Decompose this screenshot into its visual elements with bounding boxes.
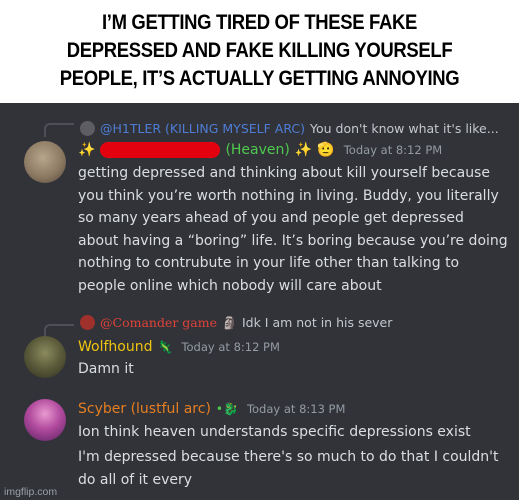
avatar[interactable] xyxy=(24,336,66,378)
reply-username[interactable]: @Comander game xyxy=(100,315,217,330)
timestamp[interactable]: Today at 8:12 PM xyxy=(181,340,279,354)
caption-line-3: PEOPLE, IT’S ACTUALLY GETTING ANNOYING xyxy=(59,66,460,90)
reply-username[interactable]: @H1TLER (KILLING MYSELF ARC) xyxy=(100,121,305,136)
sparkle-icon: ✨ xyxy=(294,142,313,158)
salute-emoji-icon: 🫡 xyxy=(317,142,335,158)
message-body: Damn it xyxy=(78,361,134,377)
message-body: Ion think heaven understands specific de… xyxy=(78,424,471,440)
watermark: imgflip.com xyxy=(4,486,58,498)
moai-icon: 🗿 xyxy=(222,315,237,330)
timestamp[interactable]: Today at 8:12 PM xyxy=(344,143,442,157)
lizard-icon: 🦎 xyxy=(157,340,173,354)
username[interactable]: Wolfhound xyxy=(78,339,152,355)
reply-avatar xyxy=(80,121,95,136)
avatar[interactable] xyxy=(24,399,66,441)
reply-connector xyxy=(44,123,74,137)
timestamp[interactable]: Today at 8:13 PM xyxy=(247,402,345,416)
reply-text: You don't know what it's like... xyxy=(310,121,499,136)
reply-avatar xyxy=(80,315,95,330)
avatar[interactable] xyxy=(24,141,66,183)
caption-line-1: I’M GETTING TIRED OF THESE FAKE xyxy=(101,10,417,34)
username[interactable]: (Heaven) xyxy=(225,142,289,158)
message-header: ✨ (Heaven) ✨ 🫡 Today at 8:12 PM xyxy=(78,142,442,158)
reply-preview[interactable]: @Comander game 🗿 Idk I am not in his sev… xyxy=(80,315,392,330)
message-body: getting depressed and thinking about kil… xyxy=(78,165,508,294)
username[interactable]: Scyber (lustful arc) xyxy=(78,401,211,417)
discord-chat: @H1TLER (KILLING MYSELF ARC) You don't k… xyxy=(0,103,519,500)
meme-caption: I’M GETTING TIRED OF THESE FAKE DEPRESSE… xyxy=(0,0,519,100)
dragon-icon: •🐉 xyxy=(215,402,238,416)
reply-preview[interactable]: @H1TLER (KILLING MYSELF ARC) You don't k… xyxy=(80,121,499,136)
redacted-username xyxy=(100,142,221,158)
sparkle-icon: ✨ xyxy=(78,142,96,158)
reply-text: Idk I am not in his sever xyxy=(241,315,393,330)
message-header: Scyber (lustful arc) •🐉 Today at 8:13 PM xyxy=(78,401,345,417)
caption-line-2: DEPRESSED AND FAKE KILLING YOURSELF xyxy=(66,38,453,62)
message-header: Wolfhound 🦎 Today at 8:12 PM xyxy=(78,339,280,355)
message-body-continued: I'm depressed because there's so much to… xyxy=(78,449,499,488)
